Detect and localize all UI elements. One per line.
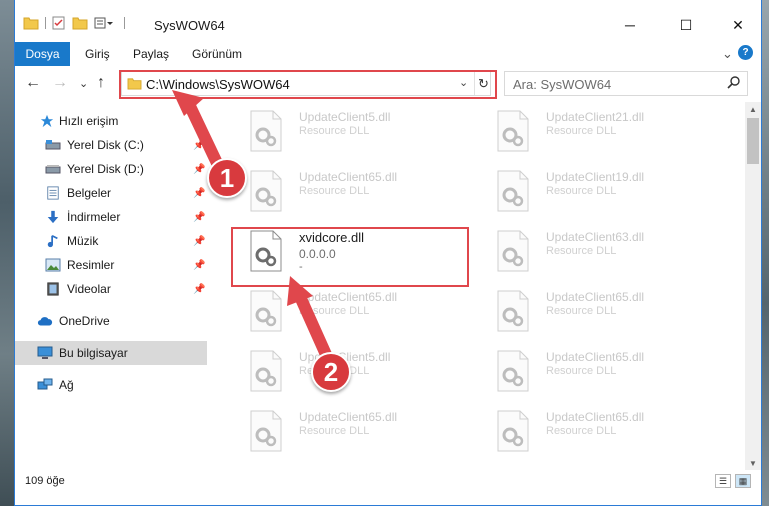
step-1-badge: 1: [207, 158, 247, 198]
step-2-badge: 2: [311, 352, 351, 392]
annotation-arrows: [172, 90, 338, 374]
